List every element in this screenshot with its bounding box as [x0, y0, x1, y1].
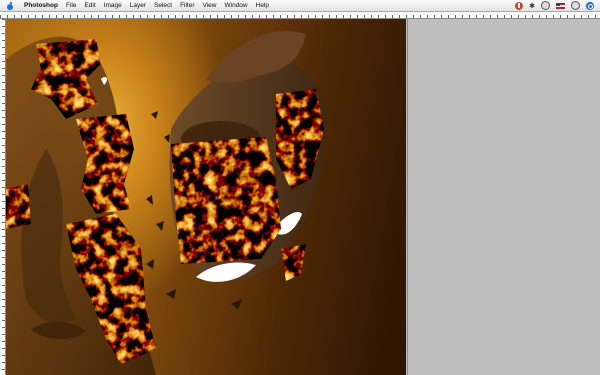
- flag-icon[interactable]: [556, 2, 565, 9]
- spotlight-icon[interactable]: [586, 1, 594, 10]
- menu-filter[interactable]: Filter: [176, 0, 198, 11]
- bluetooth-icon[interactable]: ✱: [529, 2, 535, 10]
- apple-menu-icon[interactable]: [6, 1, 14, 10]
- artwork-illustration: [6, 31, 327, 375]
- menu-select[interactable]: Select: [150, 0, 176, 11]
- menu-extras: ✱: [515, 1, 600, 10]
- menu-view[interactable]: View: [199, 0, 221, 11]
- menu-help[interactable]: Help: [252, 0, 273, 11]
- menu-layer[interactable]: Layer: [126, 0, 150, 11]
- menu-edit[interactable]: Edit: [80, 0, 99, 11]
- pasteboard-area[interactable]: [407, 19, 600, 375]
- horizontal-ruler[interactable]: [0, 12, 600, 19]
- document-canvas[interactable]: [6, 19, 406, 375]
- menu-app-photoshop[interactable]: Photoshop: [20, 0, 62, 11]
- volume-icon[interactable]: [541, 1, 550, 10]
- menu-window[interactable]: Window: [221, 0, 252, 11]
- app-status-icon[interactable]: [515, 1, 524, 10]
- menu-bar: Photoshop File Edit Image Layer Select F…: [0, 0, 600, 12]
- time-machine-icon[interactable]: [571, 1, 580, 10]
- menu-image[interactable]: Image: [100, 0, 126, 11]
- menu-file[interactable]: File: [62, 0, 80, 11]
